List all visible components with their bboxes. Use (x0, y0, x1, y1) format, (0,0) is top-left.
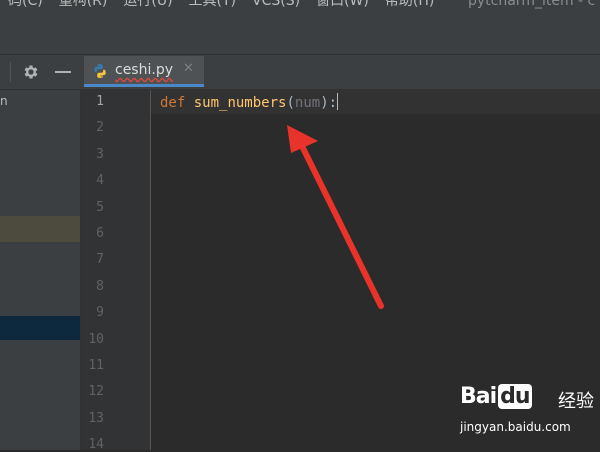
baidu-watermark: Bai du 经验 jingyan.baidu.com (460, 384, 600, 450)
watermark-brand-a: Bai (460, 384, 497, 409)
watermark-url: jingyan.baidu.com (460, 420, 571, 434)
watermark-cn: 经验 (558, 391, 594, 412)
watermark-logo: Bai du (460, 384, 534, 409)
watermark-brand-b: du (498, 384, 532, 409)
annotation-arrow (287, 125, 384, 309)
